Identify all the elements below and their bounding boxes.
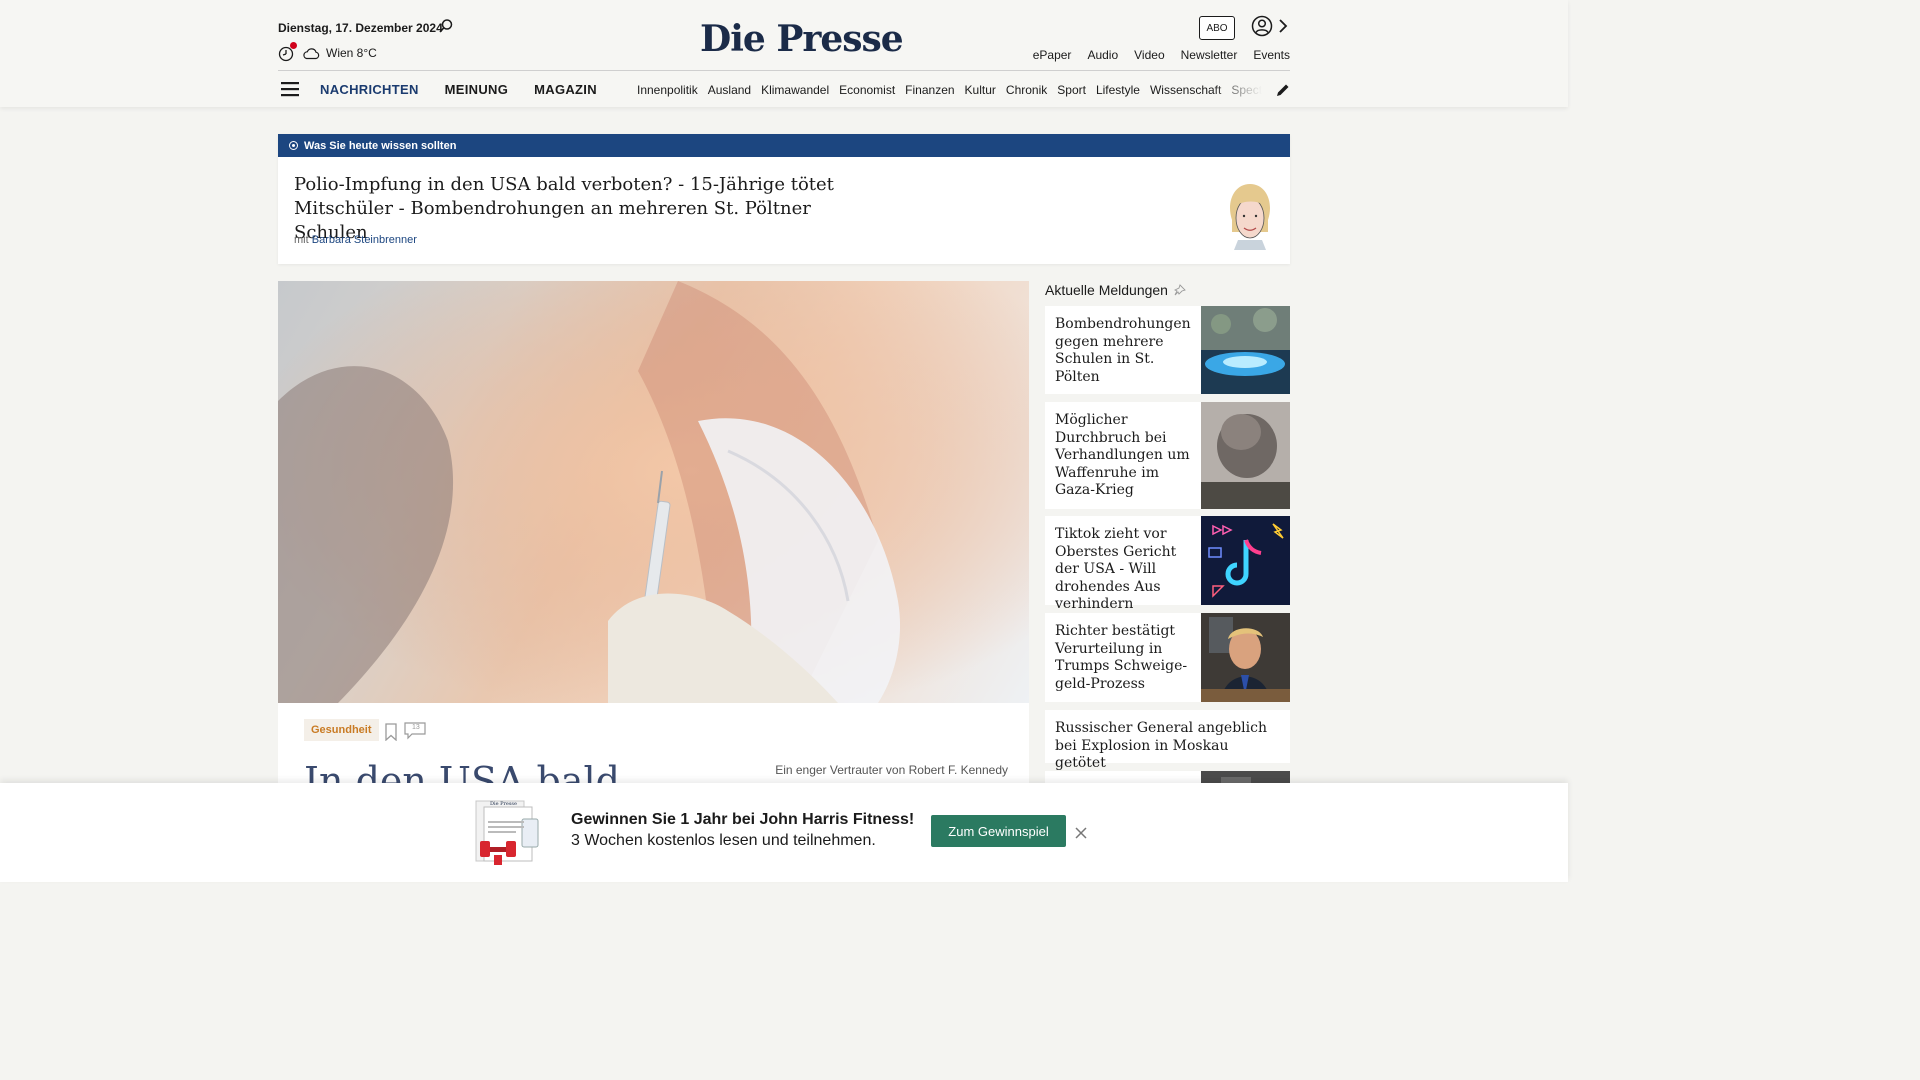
subnav-chronik[interactable]: Chronik xyxy=(1006,83,1047,97)
menu-icon[interactable] xyxy=(281,81,299,97)
subnav-ausland[interactable]: Ausland xyxy=(708,83,751,97)
nav-meinung[interactable]: MEINUNG xyxy=(445,82,509,97)
pin-icon xyxy=(1173,284,1186,296)
news-title[interactable]: Richter bestätigt Verurteilung in Trumps… xyxy=(1055,623,1191,693)
news-title[interactable]: Russischer General angeblich bei Explosi… xyxy=(1055,720,1275,773)
promo-headline: Gewinnen Sie 1 Jahr bei John Harris Fitn… xyxy=(571,811,915,828)
subnav-economist[interactable]: Economist xyxy=(839,83,895,97)
news-title[interactable]: Möglicher Durchbruch bei Verhandlungen u… xyxy=(1055,412,1191,500)
sub-nav: Innenpolitik Ausland Klimawandel Economi… xyxy=(637,83,1262,97)
sidebar-title: Aktuelle Meldungen xyxy=(1045,282,1168,298)
link-video[interactable]: Video xyxy=(1134,48,1164,62)
news-thumbnail[interactable] xyxy=(1201,306,1290,394)
subnav-kultur[interactable]: Kultur xyxy=(965,83,996,97)
subnav-wissenschaft[interactable]: Wissenschaft xyxy=(1150,83,1221,97)
subnav-finanzen[interactable]: Finanzen xyxy=(905,83,954,97)
section-tag[interactable]: Gesundheit xyxy=(304,719,379,741)
news-title[interactable]: Tiktok zieht vor Oberstes Gericht der US… xyxy=(1055,526,1191,614)
weather-widget[interactable]: Wien 8°C xyxy=(278,42,377,62)
record-icon xyxy=(289,141,298,150)
subnav-lifestyle[interactable]: Lifestyle xyxy=(1096,83,1140,97)
pencil-icon[interactable] xyxy=(1275,82,1291,98)
nav-magazin[interactable]: MAGAZIN xyxy=(534,82,597,97)
news-item[interactable]: Möglicher Durchbruch bei Verhandlungen u… xyxy=(1045,402,1290,509)
promo-text: Gewinnen Sie 1 Jahr bei John Harris Fitn… xyxy=(571,809,914,851)
link-newsletter[interactable]: Newsletter xyxy=(1181,48,1238,62)
link-audio[interactable]: Audio xyxy=(1087,48,1118,62)
briefing-author: mit Barbara Steinbrenner xyxy=(294,234,417,246)
live-indicator xyxy=(290,42,297,49)
sidebar-heading: Aktuelle Meldungen xyxy=(1045,282,1186,298)
news-thumbnail[interactable] xyxy=(1201,402,1290,509)
comment-count: 13 xyxy=(412,724,420,731)
close-icon[interactable] xyxy=(1075,827,1087,839)
author-prefix: mit xyxy=(294,234,309,246)
clock-icon[interactable] xyxy=(278,42,297,62)
promo-image-logo: Die Presse xyxy=(490,801,517,807)
news-item[interactable]: Tiktok zieht vor Oberstes Gericht der US… xyxy=(1045,516,1290,612)
subnav-innenpolitik[interactable]: Innenpolitik xyxy=(637,83,698,97)
search-icon[interactable] xyxy=(438,18,454,34)
chevron-right-icon[interactable] xyxy=(1278,18,1288,34)
user-icon[interactable] xyxy=(1251,15,1273,37)
news-title[interactable]: Bombendrohungen gegen mehrere Schulen in… xyxy=(1055,316,1191,386)
header-divider xyxy=(278,70,1290,71)
news-item[interactable]: Richter bestätigt Verurteilung in Trumps… xyxy=(1045,613,1290,702)
news-item[interactable]: Russischer General angeblich bei Explosi… xyxy=(1045,710,1290,771)
weather-label: Wien 8°C xyxy=(326,46,377,60)
hero-image[interactable] xyxy=(278,281,1029,703)
current-date: Dienstag, 17. Dezember 2024 xyxy=(278,21,443,35)
author-avatar xyxy=(1230,184,1270,250)
subnav-spectrum[interactable]: Spectrum xyxy=(1231,83,1262,97)
site-logo[interactable]: Die Presse xyxy=(700,18,904,60)
promo-banner: Die Presse Gewinnen Sie 1 Jahr bei John … xyxy=(0,783,1568,882)
author-name[interactable]: Barbara Steinbrenner xyxy=(312,234,417,246)
abo-button[interactable]: ABO xyxy=(1199,16,1235,40)
briefing-bar-label: Was Sie heute wissen sollten xyxy=(304,139,457,152)
subnav-sport[interactable]: Sport xyxy=(1057,83,1086,97)
nav-nachrichten[interactable]: NACHRICHTEN xyxy=(320,82,419,97)
promo-image[interactable]: Die Presse xyxy=(470,795,542,867)
daily-briefing-card[interactable]: Was Sie heute wissen sollten Polio-Impfu… xyxy=(278,134,1290,264)
site-header: Dienstag, 17. Dezember 2024 Wien 8°C Die… xyxy=(0,0,1568,107)
news-item[interactable]: Bombendrohungen gegen mehrere Schulen in… xyxy=(1045,306,1290,394)
news-thumbnail[interactable] xyxy=(1201,516,1290,605)
subnav-klimawandel[interactable]: Klimawandel xyxy=(761,83,829,97)
news-thumbnail[interactable] xyxy=(1201,613,1290,702)
promo-subline: 3 Wochen kostenlos lesen und teilnehmen. xyxy=(571,832,876,849)
hero-teaser: Ein enger Vertrauter von Robert F. Kenne… xyxy=(775,763,1008,777)
promo-cta-button[interactable]: Zum Gewinnspiel xyxy=(931,815,1066,847)
briefing-bar: Was Sie heute wissen sollten xyxy=(278,134,1290,157)
main-nav: NACHRICHTEN MEINUNG MAGAZIN xyxy=(320,82,597,97)
top-links: ePaper Audio Video Newsletter Events xyxy=(1033,48,1290,62)
link-events[interactable]: Events xyxy=(1253,48,1290,62)
bookmark-icon[interactable] xyxy=(384,723,398,741)
cloud-icon xyxy=(303,48,320,60)
link-epaper[interactable]: ePaper xyxy=(1033,48,1072,62)
